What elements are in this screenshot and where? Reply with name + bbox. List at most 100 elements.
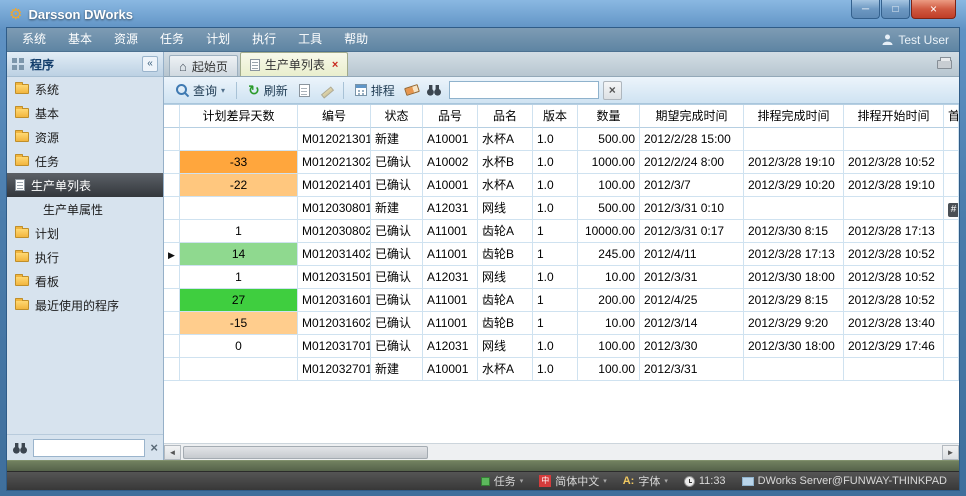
row-selector [164, 266, 180, 289]
sidebar-item-8[interactable]: 看板 [7, 269, 163, 293]
cell-exp: 2012/3/31 [640, 358, 744, 381]
column-header-1[interactable]: 编号 [298, 105, 371, 128]
task-menu[interactable]: 任务 ▾ [481, 473, 524, 489]
cell-qty: 500.00 [578, 197, 640, 220]
cell-sstart: 2012/3/28 17:13 [844, 220, 944, 243]
sidebar-item-label: 系统 [35, 81, 59, 98]
sidebar-search-clear-icon[interactable]: × [150, 440, 158, 455]
cell-code: M012031501 [298, 266, 371, 289]
table-row[interactable]: -22M012021401已确认A10001水杯A1.0100.002012/3… [164, 174, 959, 197]
menu-item-1[interactable]: 基本 [57, 28, 103, 51]
table-row[interactable]: 1M012030802已确认A11001齿轮A110000.002012/3/3… [164, 220, 959, 243]
sidebar-collapse-button[interactable]: « [142, 56, 158, 72]
table-row[interactable]: 27M012031601已确认A11001齿轮A1200.002012/4/25… [164, 289, 959, 312]
menu-item-3[interactable]: 任务 [149, 28, 195, 51]
column-header-partial[interactable]: 首 [944, 105, 959, 128]
sidebar-item-9[interactable]: 最近使用的程序 [7, 293, 163, 317]
new-button[interactable] [295, 80, 315, 100]
cell-part: A10001 [423, 128, 478, 151]
font-menu[interactable]: A: 字体 ▾ [623, 473, 668, 489]
column-header-2[interactable]: 状态 [371, 105, 423, 128]
cell-send: 2012/3/30 18:00 [744, 266, 844, 289]
cell-sstart: 2012/3/28 10:52 [844, 289, 944, 312]
table-row[interactable]: M012021301新建A10001水杯A1.0500.002012/2/28 … [164, 128, 959, 151]
data-grid: 计划差异天数编号状态品号品名版本数量期望完成时间排程完成时间排程开始时间首M01… [164, 104, 959, 443]
table-row[interactable]: 0M012031701已确认A12031网线1.0100.002012/3/30… [164, 335, 959, 358]
column-header-4[interactable]: 品名 [478, 105, 533, 128]
cell-code: M012031602 [298, 312, 371, 335]
search-icon [175, 83, 189, 97]
close-button[interactable]: × [911, 0, 956, 19]
eraser-button[interactable] [402, 80, 422, 100]
menu-item-0[interactable]: 系统 [11, 28, 57, 51]
cell-part: A12031 [423, 197, 478, 220]
cell-send: 2012/3/29 8:15 [744, 289, 844, 312]
menu-bar: 系统基本资源任务计划执行工具帮助 Test User [7, 28, 959, 52]
cell-status: 已确认 [371, 289, 423, 312]
edit-button[interactable] [317, 80, 337, 100]
sidebar-item-1[interactable]: 基本 [7, 101, 163, 125]
column-header-5[interactable]: 版本 [533, 105, 578, 128]
sidebar-item-7[interactable]: 执行 [7, 245, 163, 269]
clock-icon [684, 476, 695, 487]
sidebar-item-0[interactable]: 系统 [7, 77, 163, 101]
scroll-right-button[interactable]: ► [942, 445, 959, 460]
column-header-7[interactable]: 期望完成时间 [640, 105, 744, 128]
menu-item-5[interactable]: 执行 [241, 28, 287, 51]
tab-close-icon[interactable]: × [332, 59, 338, 71]
cell-code: M012031402 [298, 243, 371, 266]
schedule-button[interactable]: 排程 [350, 80, 400, 101]
column-header-6[interactable]: 数量 [578, 105, 640, 128]
cell-extra [944, 243, 959, 266]
sidebar-item-2[interactable]: 资源 [7, 125, 163, 149]
refresh-button[interactable]: ↻ 刷新 [243, 80, 293, 101]
menu-item-6[interactable]: 工具 [287, 28, 333, 51]
horizontal-scrollbar[interactable]: ◄ ► [164, 443, 959, 460]
cell-diff [180, 197, 298, 220]
tab-1[interactable]: 生产单列表× [240, 52, 348, 76]
user-box[interactable]: Test User [882, 33, 955, 47]
scrollbar-thumb[interactable] [183, 446, 428, 459]
table-row[interactable]: -15M012031602已确认A11001齿轮B110.002012/3/14… [164, 312, 959, 335]
clear-search-button[interactable]: × [603, 81, 622, 100]
sidebar-item-label: 任务 [35, 153, 59, 170]
cell-sstart: 2012/3/28 19:10 [844, 174, 944, 197]
cell-extra [944, 335, 959, 358]
query-button[interactable]: 查询 ▾ [170, 80, 230, 101]
table-row[interactable]: M012030801新建A12031网线1.0500.002012/3/31 0… [164, 197, 959, 220]
window-client-area: 系统基本资源任务计划执行工具帮助 Test User 程序 « 系统基本资源任务… [7, 28, 959, 490]
column-header-3[interactable]: 品号 [423, 105, 478, 128]
table-row[interactable]: ▶14M012031402已确认A11001齿轮B1245.002012/4/1… [164, 243, 959, 266]
table-row[interactable]: M012032701新建A10001水杯A1.0100.002012/3/31 [164, 358, 959, 381]
column-header-8[interactable]: 排程完成时间 [744, 105, 844, 128]
task-menu-label: 任务 [494, 473, 516, 489]
titlebar[interactable]: ⚙ Darsson DWorks ─ □ × [0, 0, 966, 28]
printer-icon[interactable] [937, 60, 952, 69]
column-header-9[interactable]: 排程开始时间 [844, 105, 944, 128]
sidebar-search-input[interactable] [33, 439, 145, 457]
maximize-button[interactable]: □ [881, 0, 910, 19]
table-row[interactable]: 1M012031501已确认A12031网线1.010.002012/3/312… [164, 266, 959, 289]
column-header-0[interactable]: 计划差异天数 [180, 105, 298, 128]
cell-sstart [844, 197, 944, 220]
cell-send: 2012/3/29 10:20 [744, 174, 844, 197]
sidebar-item-3[interactable]: 任务 [7, 149, 163, 173]
cell-name: 齿轮A [478, 289, 533, 312]
toolbar-search-input[interactable] [449, 81, 599, 99]
user-name: Test User [898, 33, 949, 47]
sidebar-item-6[interactable]: 计划 [7, 221, 163, 245]
language-menu[interactable]: 中 简体中文 ▾ [539, 473, 607, 489]
minimize-button[interactable]: ─ [851, 0, 880, 19]
cell-send: 2012/3/29 9:20 [744, 312, 844, 335]
menu-item-2[interactable]: 资源 [103, 28, 149, 51]
table-row[interactable]: -33M012021302已确认A10002水杯B1.01000.002012/… [164, 151, 959, 174]
sidebar-item-4[interactable]: 生产单列表 [7, 173, 163, 197]
menu-item-4[interactable]: 计划 [195, 28, 241, 51]
menu-item-7[interactable]: 帮助 [333, 28, 379, 51]
scroll-left-button[interactable]: ◄ [164, 445, 181, 460]
sidebar-search-bar: × [7, 434, 163, 460]
find-button[interactable] [424, 80, 444, 100]
tab-0[interactable]: ⌂起始页 [169, 55, 238, 76]
sidebar-item-5[interactable]: 生产单属性 [7, 197, 163, 221]
menu-items: 系统基本资源任务计划执行工具帮助 [11, 28, 379, 51]
